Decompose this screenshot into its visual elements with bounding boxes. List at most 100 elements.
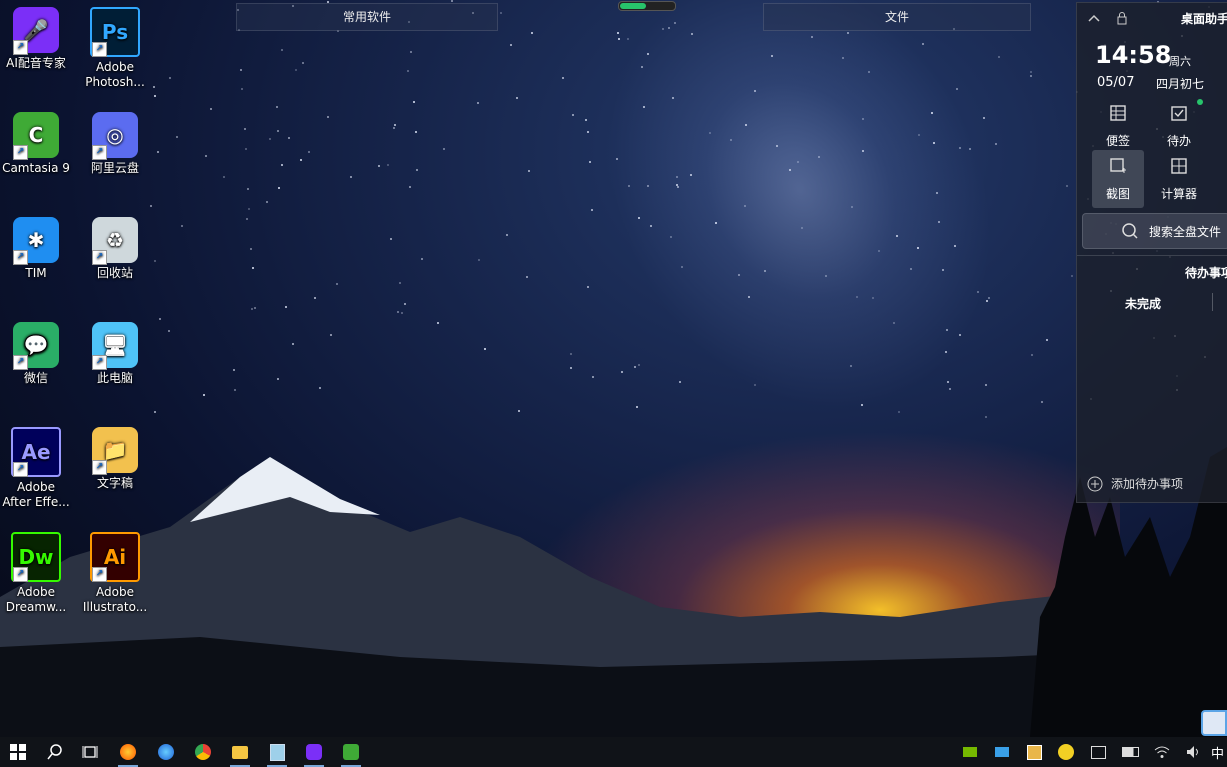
star xyxy=(592,375,595,378)
date: 05/07 xyxy=(1097,75,1135,90)
shortcut-arrow-icon: ↗ xyxy=(13,355,28,370)
firefox-icon[interactable] xyxy=(113,737,143,767)
desktop-shortcut[interactable]: 💬 ↗ 微信 xyxy=(0,322,75,386)
desktop-shortcut[interactable]: C ↗ Camtasia 9 xyxy=(0,112,75,176)
star xyxy=(248,207,251,210)
fence-title: 文件 xyxy=(884,10,909,24)
star xyxy=(158,317,161,320)
star xyxy=(617,37,620,40)
ime-indicator[interactable]: 中 xyxy=(1208,737,1227,767)
search-icon[interactable] xyxy=(40,737,70,767)
desktop-icon-label-line2: Dreamw... xyxy=(5,600,67,614)
fence-files[interactable]: 文件 xyxy=(763,3,1031,31)
floating-assistant-button[interactable] xyxy=(1201,710,1227,736)
chrome-icon[interactable] xyxy=(188,737,218,767)
star xyxy=(1065,185,1068,188)
camtasia-icon[interactable] xyxy=(336,737,366,767)
wechat-icon: 💬 ↗ xyxy=(13,322,59,370)
wifi-icon[interactable] xyxy=(1147,737,1177,767)
lock-icon[interactable] xyxy=(1115,11,1129,25)
desktop-shortcut[interactable]: Ps ↗ Adobe Photosh... xyxy=(76,7,154,90)
star xyxy=(526,276,529,279)
shortcut-arrow-icon: ↗ xyxy=(13,567,28,582)
desktop-shortcut[interactable]: 🖥 ↗ 此电脑 xyxy=(76,322,154,386)
star xyxy=(590,209,593,211)
star xyxy=(570,367,573,370)
search-all-files[interactable]: 搜索全盘文件 xyxy=(1082,213,1227,249)
star xyxy=(570,353,573,356)
desktop-icon-label: 此电脑 xyxy=(96,371,133,385)
star xyxy=(877,249,880,252)
star xyxy=(483,348,486,351)
desktop-shortcut[interactable]: 📁 ↗ 文字稿 xyxy=(76,427,154,491)
star xyxy=(673,21,676,24)
star xyxy=(690,32,693,35)
star xyxy=(394,124,397,127)
search-icon xyxy=(1122,223,1138,239)
tool-screenshot[interactable]: 截图 xyxy=(1092,150,1144,208)
star xyxy=(477,101,480,104)
star xyxy=(335,283,338,286)
this-pc-icon: 🖥 ↗ xyxy=(92,322,138,370)
star xyxy=(302,61,305,64)
desktop-icon-label: 阿里云盘 xyxy=(90,161,139,175)
nvidia-icon[interactable] xyxy=(955,737,985,767)
tab-unfinished[interactable]: 未完成 xyxy=(1125,295,1161,312)
star xyxy=(515,97,518,100)
adobe-dreamweaver-icon: Dw ↗ xyxy=(11,532,61,582)
star xyxy=(284,305,287,308)
star xyxy=(647,52,650,55)
fence-toggle[interactable] xyxy=(618,1,676,11)
plus-circle-icon xyxy=(1087,476,1103,491)
volume-icon[interactable] xyxy=(1179,737,1209,767)
display-icon[interactable] xyxy=(1083,737,1113,767)
file-explorer-icon[interactable] xyxy=(225,737,255,767)
star xyxy=(994,143,997,146)
star xyxy=(976,291,979,294)
ai-voice-icon[interactable] xyxy=(299,737,329,767)
tool-label: 截图 xyxy=(1105,187,1130,201)
desktop-shortcut[interactable]: ◎ ↗ 阿里云盘 xyxy=(76,112,154,176)
star xyxy=(243,128,246,131)
star xyxy=(407,69,410,72)
desktop-shortcut[interactable]: 🎤 ↗ AI配音专家 xyxy=(0,7,75,71)
plus-circle-icon[interactable] xyxy=(1051,737,1081,767)
star xyxy=(400,312,403,315)
star xyxy=(860,403,863,406)
star xyxy=(571,113,574,116)
tool-notes[interactable]: 便签 xyxy=(1092,103,1144,149)
star xyxy=(478,258,481,261)
star xyxy=(291,342,294,345)
notepad-icon[interactable] xyxy=(262,737,292,767)
desktop-shortcut[interactable]: Dw ↗ Adobe Dreamw... xyxy=(0,532,75,615)
star xyxy=(265,200,268,203)
tool-label: 计算器 xyxy=(1160,187,1197,201)
desktop-shortcut[interactable]: ♻ ↗ 回收站 xyxy=(76,217,154,281)
firefox-dev-icon[interactable] xyxy=(151,737,181,767)
desktop-shortcut[interactable]: Ae ↗ Adobe After Effe... xyxy=(0,427,75,510)
battery-icon[interactable] xyxy=(1115,737,1145,767)
desktop-shortcut[interactable]: ✱ ↗ TIM xyxy=(0,217,75,281)
star xyxy=(247,187,249,190)
star xyxy=(898,411,901,414)
add-todo-button[interactable]: 添加待办事项 xyxy=(1087,475,1183,492)
network-share-icon[interactable] xyxy=(987,737,1017,767)
desktop-icon-label-line2: Photosh... xyxy=(85,75,145,89)
media-icon[interactable] xyxy=(1019,737,1049,767)
star xyxy=(234,389,237,392)
star xyxy=(642,105,645,108)
task-view-icon[interactable] xyxy=(75,737,105,767)
tool-calculator[interactable]: 计算器 xyxy=(1153,156,1205,202)
star xyxy=(277,377,280,380)
star xyxy=(530,32,533,35)
star xyxy=(313,296,316,299)
star xyxy=(281,163,284,166)
fence-common-software[interactable]: 常用软件 xyxy=(236,3,498,31)
recycle-bin-icon: ♻ ↗ xyxy=(92,217,138,265)
taskbar: 中 xyxy=(0,737,1227,767)
star xyxy=(330,334,333,337)
windows-start-icon[interactable] xyxy=(3,737,33,767)
tool-todo[interactable]: 待办 xyxy=(1153,103,1205,149)
chevron-up-icon[interactable] xyxy=(1087,12,1101,26)
desktop-shortcut[interactable]: Ai ↗ Adobe Illustrato... xyxy=(76,532,154,615)
